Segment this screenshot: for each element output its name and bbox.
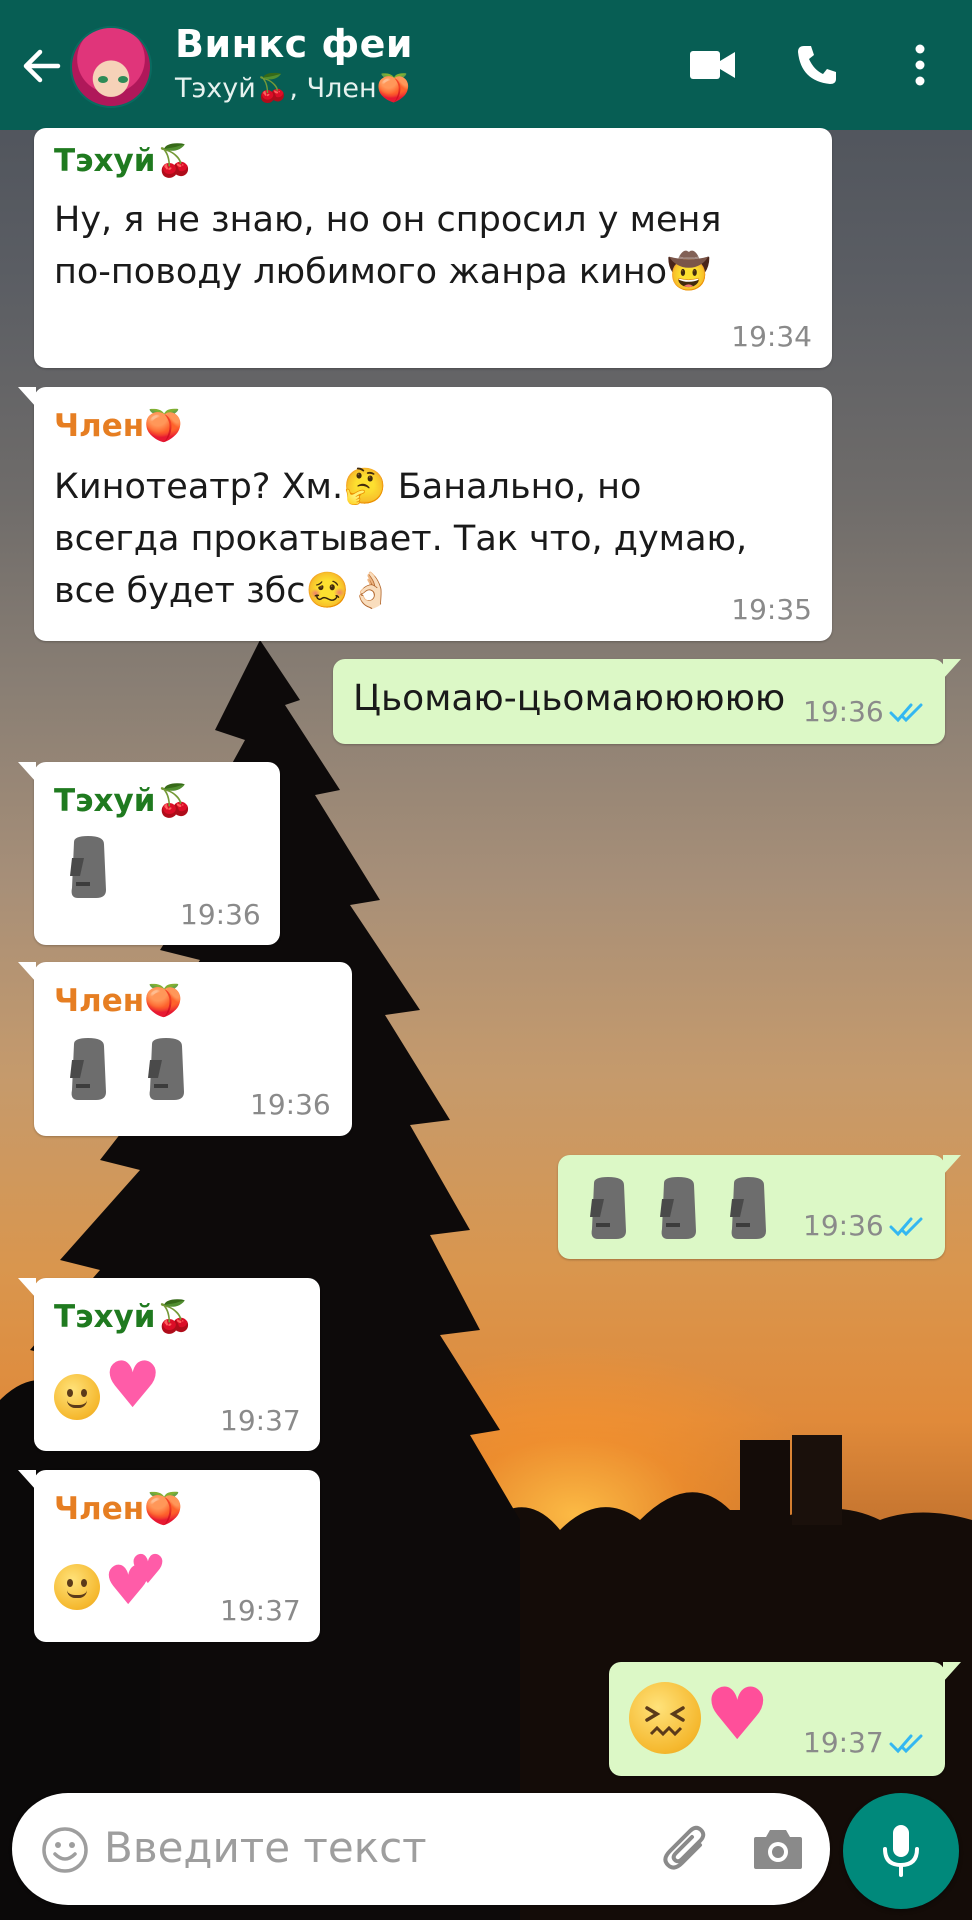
message-sender: Член🍑 [54, 1491, 183, 1527]
heart-with-ribbon-emoji: ♥ [705, 1672, 770, 1756]
message-input-bar[interactable]: Введите текст [12, 1793, 830, 1905]
message-sender: Тэхуй🍒 [54, 143, 195, 179]
message-outgoing[interactable]: Цьомаю-цьомаююююю 19:36 [333, 659, 961, 744]
camera-icon[interactable] [752, 1827, 804, 1871]
woozy-face-emoji [54, 1564, 100, 1610]
message-incoming[interactable]: Тэхуй🍒 Ну, я не знаю, но он спросил у ме… [34, 128, 832, 368]
group-avatar[interactable] [70, 26, 152, 108]
message-incoming[interactable]: Тэхуй🍒 ♥ 19:37 [18, 1278, 320, 1451]
message-input[interactable]: Введите текст [104, 1823, 427, 1872]
message-sender: Член🍑 [54, 408, 183, 444]
moai-emoji [70, 1038, 106, 1100]
two-hearts-emoji: ♥ [130, 1547, 166, 1593]
video-camera-icon[interactable] [688, 40, 738, 90]
emoji-icon[interactable] [40, 1825, 90, 1875]
message-sender: Тэхуй🍒 [54, 783, 195, 819]
message-time: 19:35 [731, 593, 812, 626]
read-ticks-icon [889, 1217, 923, 1237]
chat-participants: Тэхуй🍒, Член🍑 [175, 73, 411, 104]
microphone-icon [883, 1825, 919, 1877]
message-outgoing[interactable]: ♥ 19:37 [609, 1662, 961, 1776]
arrow-left-icon[interactable] [16, 44, 66, 88]
read-ticks-icon [889, 1734, 923, 1754]
phone-icon[interactable] [792, 40, 842, 90]
message-incoming[interactable]: Тэхуй🍒 19:36 [18, 762, 280, 945]
message-time: 19:36 [250, 1088, 331, 1121]
chat-header: Винкс феи Тэхуй🍒, Член🍑 [0, 0, 972, 130]
chat-title: Винкс феи [175, 22, 413, 66]
microphone-button[interactable] [843, 1793, 959, 1909]
message-time: 19:37 [220, 1404, 301, 1437]
paperclip-icon[interactable] [660, 1823, 712, 1875]
message-text: Цьомаю-цьомаююююю [353, 678, 786, 719]
message-time: 19:36 [803, 695, 884, 728]
message-sender: Тэхуй🍒 [54, 1299, 195, 1335]
message-sender: Член🍑 [54, 983, 183, 1019]
message-text: Кинотеатр? Хм.🤔 Банально, но [54, 467, 642, 507]
message-text: все будет збс🥴👌🏻 [54, 571, 393, 611]
message-incoming[interactable]: Член🍑 19:36 [18, 962, 352, 1136]
chat-info[interactable]: Винкс феи Тэхуй🍒, Член🍑 [175, 22, 413, 104]
message-time: 19:36 [803, 1209, 884, 1242]
moai-emoji [148, 1038, 184, 1100]
confounded-face-emoji [629, 1682, 701, 1754]
message-time: 19:37 [220, 1594, 301, 1627]
message-outgoing[interactable]: 19:36 [558, 1155, 961, 1259]
message-time: 19:37 [803, 1726, 884, 1759]
moai-emoji [730, 1177, 766, 1239]
woozy-face-emoji [54, 1374, 100, 1420]
moai-emoji [70, 836, 106, 898]
message-time: 19:34 [731, 320, 812, 353]
message-text: по-поводу любимого жанра кино🤠 [54, 252, 711, 292]
message-text: всегда прокатывает. Так что, думаю, [54, 519, 748, 559]
message-time: 19:36 [180, 898, 261, 931]
message-incoming[interactable]: Член🍑 ♥ ♥ 19:37 [18, 1470, 320, 1642]
more-vertical-icon[interactable] [895, 40, 945, 90]
message-text: Ну, я не знаю, но он спросил у меня [54, 200, 722, 240]
moai-emoji [590, 1177, 626, 1239]
growing-heart-emoji: ♥ [104, 1349, 162, 1423]
message-incoming[interactable]: Член🍑 Кинотеатр? Хм.🤔 Банально, но всегд… [18, 387, 832, 641]
moai-emoji [660, 1177, 696, 1239]
read-ticks-icon [889, 703, 923, 723]
